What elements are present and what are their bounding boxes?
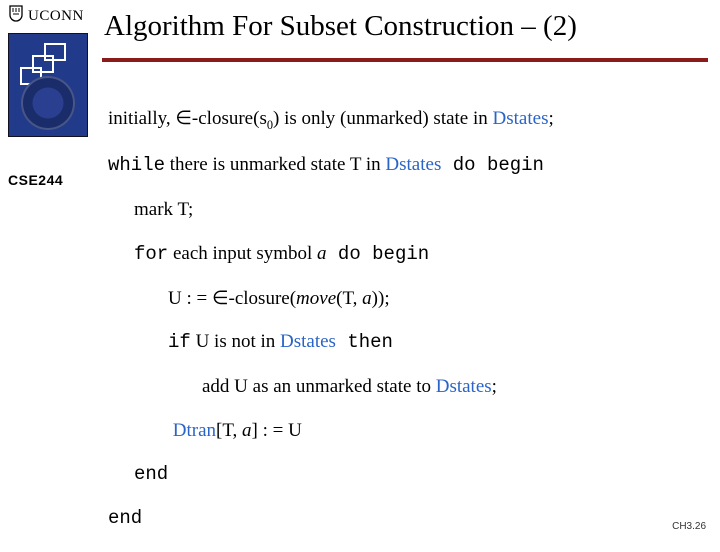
text: (T,: [336, 288, 362, 309]
page-title: Algorithm For Subset Construction – (2): [104, 10, 577, 43]
kw-do-begin: do begin: [441, 154, 544, 176]
uconn-brand: UCONN: [0, 0, 96, 31]
text: ∈-closure(s: [175, 108, 266, 129]
text: there is unmarked state T in: [165, 154, 385, 175]
line-while: while there is unmarked state T in Dstat…: [108, 154, 704, 177]
slide-footer: CH3.26: [672, 521, 706, 532]
text: U is not in: [191, 331, 280, 352]
text: add U as an unmarked state to: [202, 376, 436, 397]
sym-a: a: [242, 420, 252, 441]
line-if: if U is not in Dstates then: [108, 331, 704, 354]
algorithm-body: initially, ∈-closure(s0) is only (unmark…: [108, 108, 704, 552]
line-u-assign: U : = ∈-closure(move(T, a));: [108, 288, 704, 310]
move: move: [296, 288, 336, 309]
text: ;: [492, 376, 497, 397]
kw-for: for: [134, 243, 168, 265]
dstates: Dstates: [385, 154, 441, 175]
line-initially: initially, ∈-closure(s0) is only (unmark…: [108, 108, 704, 132]
left-column: UCONN: [0, 0, 96, 137]
sym-a: a: [317, 243, 327, 264]
line-dtran: Dtran[T, a] : = U: [108, 420, 704, 442]
text: U : = ∈-closure(: [168, 288, 296, 309]
line-add: add U as an unmarked state to Dstates;: [108, 376, 704, 398]
kw-then: then: [336, 331, 393, 353]
dtran: Dtran: [173, 420, 216, 441]
text: ) is only (unmarked) state in: [273, 108, 493, 129]
sym-a: a: [362, 288, 372, 309]
line-end-outer: end: [108, 508, 704, 530]
dstates: Dstates: [436, 376, 492, 397]
title-rule: [102, 58, 708, 62]
seal-icon: [21, 76, 75, 130]
uconn-crest-icon: [8, 4, 24, 29]
text: ));: [372, 288, 390, 309]
text: each input symbol: [168, 243, 317, 264]
kw-if: if: [168, 331, 191, 353]
kw-do-begin: do begin: [327, 243, 430, 265]
dept-logo: [8, 33, 88, 137]
text: initially,: [108, 108, 175, 129]
dstates: Dstates: [493, 108, 549, 129]
slide: UCONN CSE244 Algorithm For Subset Constr…: [0, 0, 720, 540]
text: [T,: [216, 420, 242, 441]
line-end-inner: end: [108, 464, 704, 486]
text: ] : = U: [252, 420, 302, 441]
course-code: CSE244: [8, 172, 63, 188]
kw-while: while: [108, 154, 165, 176]
uconn-word: UCONN: [28, 8, 84, 25]
dstates: Dstates: [280, 331, 336, 352]
line-for: for each input symbol a do begin: [108, 243, 704, 266]
line-mark: mark T;: [108, 199, 704, 221]
text: ;: [548, 108, 553, 129]
